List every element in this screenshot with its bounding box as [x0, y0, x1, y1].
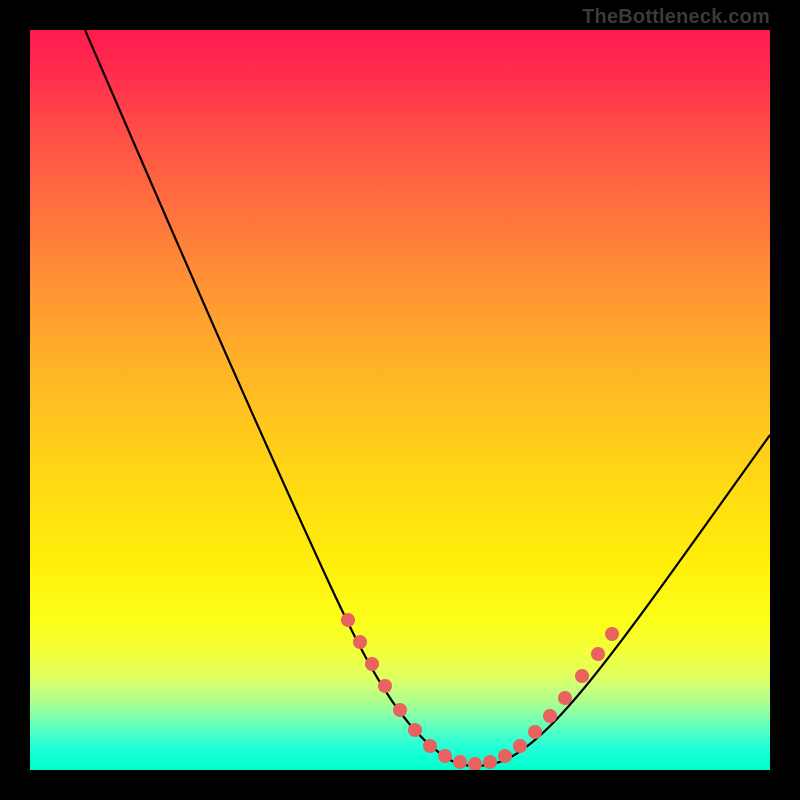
highlight-markers [341, 613, 619, 770]
bottleneck-curve [85, 30, 770, 766]
plot-area [30, 30, 770, 770]
curve-layer [30, 30, 770, 770]
attribution-text: TheBottleneck.com [582, 6, 770, 29]
chart-frame: TheBottleneck.com [0, 0, 800, 800]
